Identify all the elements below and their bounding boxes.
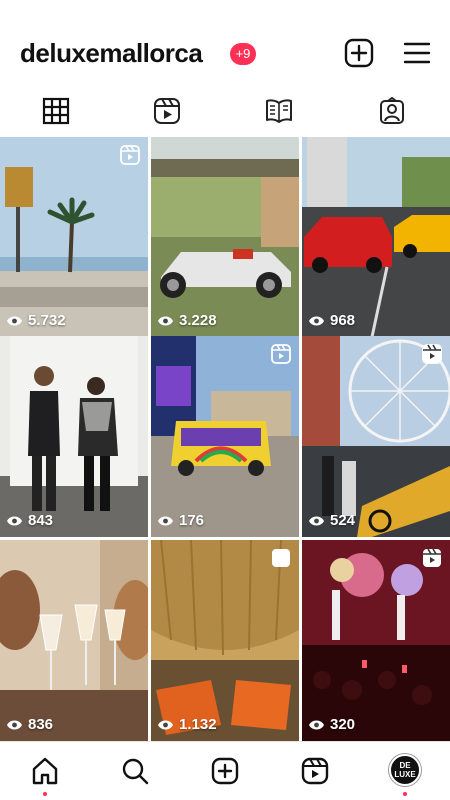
reel-icon xyxy=(422,344,442,364)
post-thumbnail xyxy=(0,540,148,741)
profile-tabs xyxy=(0,86,450,136)
grid-post-7[interactable]: 836 xyxy=(0,540,148,741)
nav-search[interactable] xyxy=(120,756,150,786)
plus-square-icon xyxy=(344,38,374,68)
post-thumbnail xyxy=(302,137,450,337)
grid-post-4[interactable]: 843 xyxy=(0,336,148,537)
profile-header: deluxemallorca +9 xyxy=(0,0,450,86)
view-count: 968 xyxy=(308,312,355,329)
view-count: 5.732 xyxy=(6,312,66,329)
grid-icon xyxy=(42,97,70,125)
post-thumbnail xyxy=(302,540,450,741)
home-icon xyxy=(32,757,58,785)
tab-tagged[interactable] xyxy=(372,94,412,128)
grid-post-3[interactable]: 968 xyxy=(302,137,450,337)
post-thumbnail xyxy=(151,336,299,537)
posts-grid: 5.732 3.228 968 843 176 524 836 1.132 32… xyxy=(0,137,450,741)
eye-icon xyxy=(158,516,173,525)
reels-icon xyxy=(154,98,180,124)
create-button[interactable] xyxy=(344,38,374,68)
nav-profile-avatar[interactable]: DE LUXE xyxy=(389,754,421,786)
grid-post-5[interactable]: 176 xyxy=(151,336,299,537)
view-count: 176 xyxy=(157,512,204,529)
view-count: 1.132 xyxy=(157,716,217,733)
hamburger-menu-icon xyxy=(403,42,431,64)
eye-icon xyxy=(158,720,173,729)
notification-dot xyxy=(403,792,407,796)
reel-icon xyxy=(120,145,140,165)
eye-icon xyxy=(309,720,324,729)
view-count: 3.228 xyxy=(157,312,217,329)
reel-icon xyxy=(272,549,290,567)
post-thumbnail xyxy=(0,137,148,337)
post-thumbnail xyxy=(151,137,299,337)
grid-post-9[interactable]: 320 xyxy=(302,540,450,741)
notification-badge[interactable]: +9 xyxy=(230,43,256,65)
book-icon xyxy=(266,99,292,123)
search-icon xyxy=(122,758,149,785)
view-count: 524 xyxy=(308,512,355,529)
eye-icon xyxy=(309,516,324,525)
view-count: 320 xyxy=(308,716,355,733)
nav-home[interactable] xyxy=(30,756,60,796)
nav-reels[interactable] xyxy=(300,756,330,786)
tab-guides[interactable] xyxy=(259,94,299,128)
notification-dot xyxy=(43,792,47,796)
grid-post-1[interactable]: 5.732 xyxy=(0,137,148,337)
nav-create[interactable] xyxy=(210,756,240,786)
bottom-navigation: DE LUXE xyxy=(0,741,450,800)
grid-post-2[interactable]: 3.228 xyxy=(151,137,299,337)
tab-reels[interactable] xyxy=(147,94,187,128)
post-thumbnail xyxy=(151,540,299,741)
plus-square-icon xyxy=(211,757,239,785)
tab-posts-grid[interactable] xyxy=(36,94,76,128)
view-count: 836 xyxy=(6,716,53,733)
eye-icon xyxy=(7,316,22,325)
eye-icon xyxy=(158,316,173,325)
eye-icon xyxy=(7,516,22,525)
eye-icon xyxy=(309,316,324,325)
post-thumbnail xyxy=(302,336,450,537)
grid-post-6[interactable]: 524 xyxy=(302,336,450,537)
view-count: 843 xyxy=(6,512,53,529)
reel-icon xyxy=(271,344,291,364)
menu-button[interactable] xyxy=(402,38,432,68)
reels-icon xyxy=(301,757,329,785)
post-thumbnail xyxy=(0,336,148,537)
grid-post-8[interactable]: 1.132 xyxy=(151,540,299,741)
reel-icon xyxy=(423,548,441,567)
username-title[interactable]: deluxemallorca xyxy=(20,38,203,69)
tagged-person-icon xyxy=(380,97,404,124)
eye-icon xyxy=(7,720,22,729)
